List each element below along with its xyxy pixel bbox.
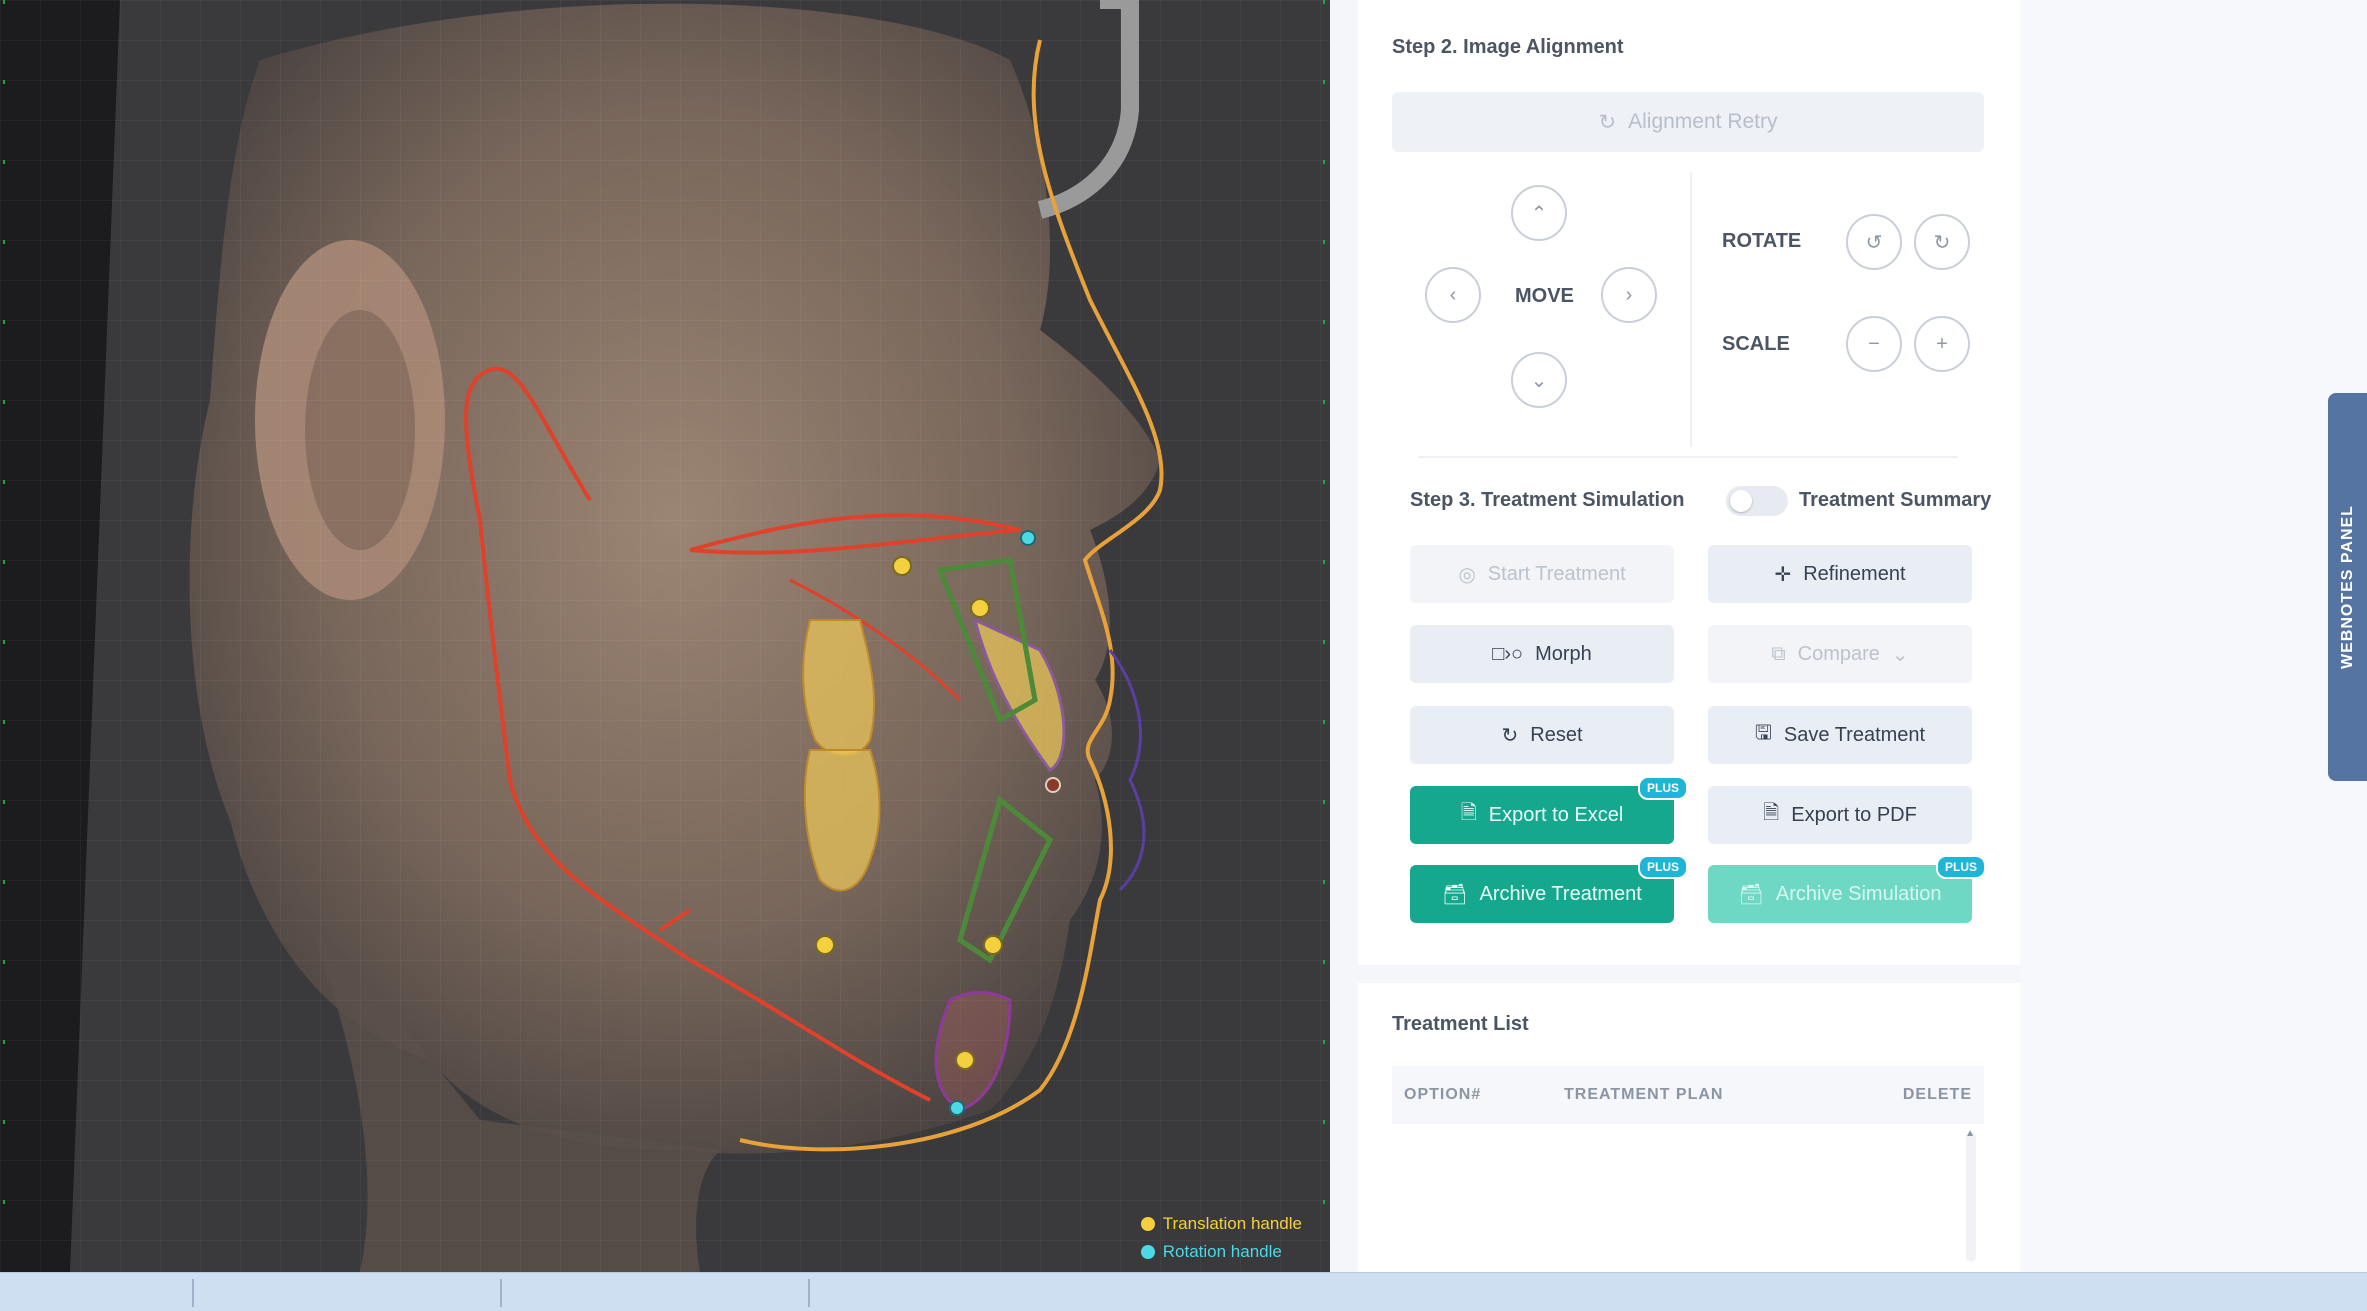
- compare-icon: ⧉: [1771, 642, 1786, 665]
- rotate-label: ROTATE: [1722, 230, 1802, 252]
- yellow-dot-icon: [1140, 1217, 1155, 1231]
- rotate-ccw-icon: ↺: [1865, 231, 1883, 254]
- rotate-ccw-button[interactable]: ↺: [1846, 214, 1902, 270]
- treatment-list-title: Treatment List: [1392, 1013, 1529, 1035]
- taskbar-separator: [500, 1279, 502, 1307]
- start-treatment-label: Start Treatment: [1487, 562, 1626, 585]
- cyan-dot-icon: [1140, 1245, 1155, 1259]
- export-pdf-label: Export to PDF: [1791, 803, 1917, 826]
- scale-label: SCALE: [1722, 333, 1790, 355]
- file-icon: 🗎: [1460, 802, 1477, 824]
- refinement-button[interactable]: ✛ Refinement: [1708, 545, 1972, 603]
- archive-treatment-button[interactable]: 🗃 Archive Treatment PLUS: [1410, 855, 1688, 923]
- step3-title: Step 3. Treatment Simulation: [1410, 489, 1685, 511]
- refinement-label: Refinement: [1803, 562, 1906, 585]
- taskbar-separator: [808, 1279, 810, 1307]
- move-right-button[interactable]: ›: [1601, 267, 1657, 323]
- toggle-knob: [1730, 490, 1752, 512]
- rotate-cw-icon: ↻: [1933, 231, 1951, 254]
- taskbar-separator: [192, 1279, 194, 1307]
- export-excel-button[interactable]: 🗎 Export to Excel PLUS: [1410, 776, 1688, 844]
- retry-icon: ↻: [1598, 110, 1617, 134]
- archive-simulation-label: Archive Simulation: [1775, 882, 1942, 905]
- rotation-handle[interactable]: [1020, 530, 1036, 546]
- compare-label: Compare: [1797, 642, 1880, 665]
- save-icon: 🖫: [1754, 722, 1772, 744]
- chevron-down-icon: ⌄: [1891, 643, 1909, 666]
- minus-icon: −: [1868, 332, 1880, 355]
- molar-upper: [802, 619, 876, 756]
- translation-handle[interactable]: [970, 598, 990, 618]
- file-icon: 🗎: [1763, 802, 1780, 824]
- cephalometric-viewer[interactable]: Translation handle Rotation handle: [0, 0, 1330, 1272]
- archive-icon: 🗃: [1738, 883, 1764, 906]
- divider: [1690, 172, 1692, 447]
- column-treatment-plan: TREATMENT PLAN: [1564, 1086, 1724, 1103]
- webnotes-panel-tab[interactable]: WEBNOTES PANEL: [2328, 393, 2367, 781]
- save-treatment-label: Save Treatment: [1783, 723, 1926, 746]
- archive-simulation-button[interactable]: 🗃 Archive Simulation PLUS: [1708, 855, 1986, 923]
- empty-area: [2020, 0, 2367, 1272]
- translation-handle[interactable]: [955, 1050, 975, 1070]
- alignment-retry-button[interactable]: ↻ Alignment Retry: [1392, 92, 1984, 152]
- handle-legend: Translation handle Rotation handle: [1140, 1210, 1302, 1266]
- translation-handle[interactable]: [892, 556, 912, 576]
- treatment-summary-toggle[interactable]: [1726, 486, 1788, 516]
- plus-icon: +: [1936, 332, 1948, 355]
- treatment-list-body[interactable]: ▲: [1392, 1124, 1984, 1270]
- archive-treatment-label: Archive Treatment: [1479, 882, 1642, 905]
- grid-overlay: [0, 0, 1330, 1272]
- column-delete: DELETE: [1902, 1086, 1972, 1103]
- scrollbar[interactable]: [1966, 1132, 1976, 1262]
- scroll-up-icon[interactable]: ▲: [1965, 1128, 1975, 1139]
- translation-handle[interactable]: [983, 935, 1003, 955]
- chevron-down-icon: ⌄: [1530, 369, 1548, 392]
- treatment-list-header: OPTION# TREATMENT PLAN DELETE: [1392, 1066, 1984, 1124]
- export-pdf-button[interactable]: 🗎 Export to PDF: [1708, 786, 1972, 844]
- step2-title: Step 2. Image Alignment: [1392, 36, 1624, 58]
- rotate-cw-button[interactable]: ↻: [1914, 214, 1970, 270]
- move-down-button[interactable]: ⌄: [1511, 352, 1567, 408]
- rotation-handle[interactable]: [949, 1100, 965, 1116]
- move-arrows-icon: ✛: [1774, 563, 1792, 586]
- plus-badge: PLUS: [1637, 776, 1688, 800]
- control-panel: Step 2. Image Alignment ↻ Alignment Retr…: [1358, 0, 2020, 1272]
- start-treatment-button[interactable]: ◎ Start Treatment: [1410, 545, 1674, 603]
- taskbar: [0, 1272, 2367, 1311]
- plus-badge: PLUS: [1935, 855, 1986, 879]
- plus-badge: PLUS: [1637, 855, 1688, 879]
- treatment-summary-label: Treatment Summary: [1799, 489, 1992, 511]
- refresh-icon: ↻: [1501, 724, 1519, 747]
- move-label: MOVE: [1515, 285, 1574, 307]
- reset-label: Reset: [1530, 723, 1583, 746]
- save-treatment-button[interactable]: 🖫 Save Treatment: [1708, 706, 1972, 764]
- archive-icon: 🗃: [1442, 883, 1468, 906]
- chevron-right-icon: ›: [1625, 283, 1633, 306]
- translation-handle-label: Translation handle: [1162, 1214, 1302, 1233]
- morph-button[interactable]: □›○ Morph: [1410, 625, 1674, 683]
- chevron-left-icon: ‹: [1449, 283, 1457, 306]
- xray-image: [0, 0, 1330, 1272]
- reset-button[interactable]: ↻ Reset: [1410, 706, 1674, 764]
- divider: [1418, 456, 1958, 458]
- chevron-up-icon: ⌃: [1530, 202, 1548, 225]
- webnotes-label: WEBNOTES PANEL: [2338, 505, 2356, 669]
- alignment-retry-label: Alignment Retry: [1628, 110, 1778, 133]
- landmark-point[interactable]: [1045, 777, 1061, 793]
- move-left-button[interactable]: ‹: [1425, 267, 1481, 323]
- target-icon: ◎: [1458, 563, 1476, 586]
- rotation-handle-label: Rotation handle: [1162, 1242, 1282, 1261]
- column-option: OPTION#: [1404, 1086, 1482, 1103]
- translation-handle[interactable]: [815, 935, 835, 955]
- export-excel-label: Export to Excel: [1488, 803, 1624, 826]
- move-up-button[interactable]: ⌃: [1511, 185, 1567, 241]
- section-gap: [1358, 965, 2020, 983]
- morph-label: Morph: [1535, 642, 1592, 665]
- scale-down-button[interactable]: −: [1846, 316, 1902, 372]
- scale-up-button[interactable]: +: [1914, 316, 1970, 372]
- morph-icon: □›○: [1492, 642, 1524, 665]
- compare-button[interactable]: ⧉ Compare ⌄: [1708, 625, 1972, 683]
